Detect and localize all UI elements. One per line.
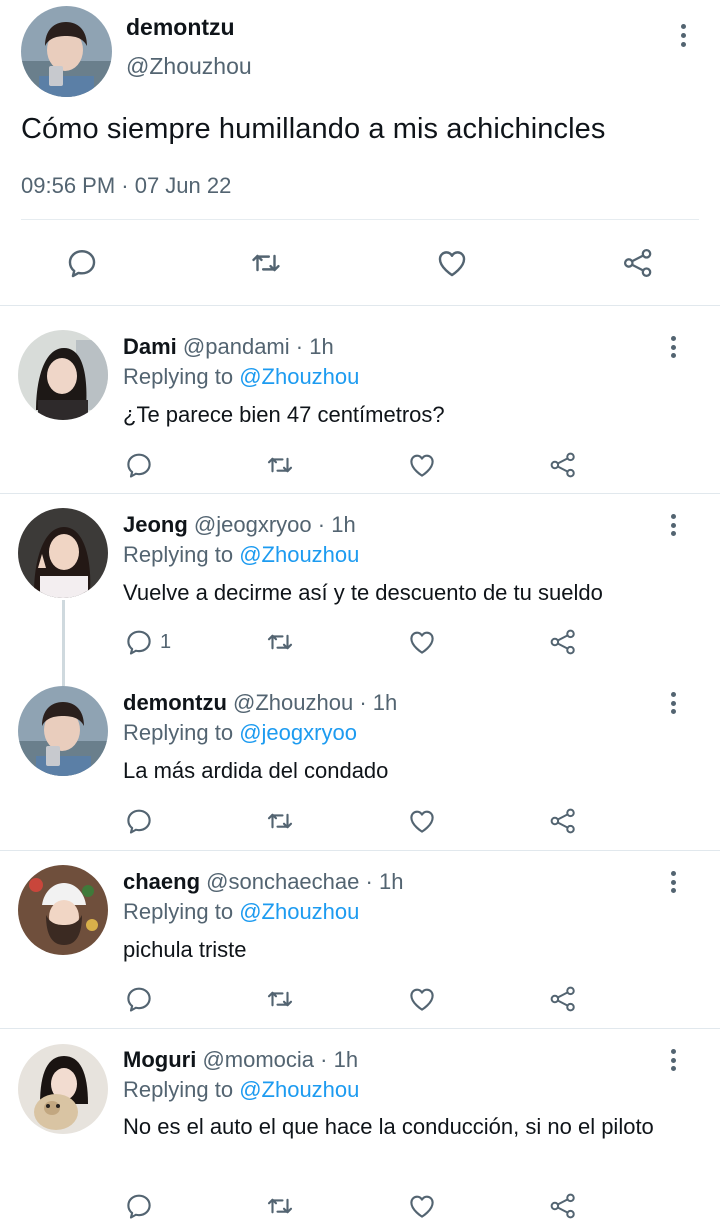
more-options-icon[interactable] [663,514,683,536]
separator-dot: · [359,690,367,715]
reply-tweet[interactable]: demontzu @Zhouzhou · 1h Replying to @jeo… [0,672,720,850]
reply-header: Jeong @jeogxryoo · 1h [123,512,356,538]
avatar[interactable] [18,686,108,776]
author-handle[interactable]: @Zhouzhou [233,690,353,715]
reply-icon[interactable] [124,450,154,480]
mention-link[interactable]: @jeogxryoo [239,720,357,745]
reply-icon[interactable] [65,246,99,280]
replying-to: Replying to @Zhouzhou [123,1077,359,1103]
reply-text: ¿Te parece bien 47 centímetros? [123,402,445,427]
reply-header: Moguri @momocia · 1h [123,1047,358,1073]
share-icon[interactable] [548,806,578,836]
mention-link[interactable]: @Zhouzhou [239,899,359,924]
author-handle[interactable]: @sonchaechae [206,869,359,894]
reply-count: 1 [160,631,172,653]
separator-dot: · [320,1047,328,1072]
author-name[interactable]: Jeong [123,512,188,537]
author-name[interactable]: chaeng [123,869,200,894]
replying-to: Replying to @Zhouzhou [123,899,359,925]
reply-time: 1h [333,1047,359,1072]
reply-header: chaeng @sonchaechae · 1h [123,869,403,895]
separator-dot: · [365,869,373,894]
retweet-icon[interactable] [265,450,295,480]
retweet-icon[interactable] [249,246,283,280]
avatar[interactable] [18,508,108,598]
avatar[interactable] [18,330,108,420]
reply-tweet[interactable]: Moguri @momocia · 1h Replying to @Zhouzh… [0,1029,720,1223]
share-icon[interactable] [548,984,578,1014]
author-name[interactable]: Moguri [123,1047,196,1072]
share-icon[interactable] [548,1191,578,1221]
share-icon[interactable] [548,627,578,657]
more-options-icon[interactable] [663,871,683,893]
reply-header: Dami @pandami · 1h [123,334,334,360]
reply-text: pichula triste [123,937,247,962]
author-name[interactable]: demontzu [126,14,235,41]
like-icon[interactable] [435,246,469,280]
reply-time: 1h [309,334,334,359]
separator-dot: · [295,334,304,359]
reply-tweet[interactable]: chaeng @sonchaechae · 1h Replying to @Zh… [0,851,720,1028]
author-name[interactable]: Dami [123,334,177,359]
author-name[interactable]: demontzu [123,690,227,715]
reply-text: Vuelve a decirme así y te descuento de t… [123,580,603,605]
avatar[interactable] [18,1044,108,1134]
like-icon[interactable] [407,627,437,657]
separator-dot: · [317,512,326,537]
author-handle[interactable]: @momocia [202,1047,314,1072]
divider [21,219,699,220]
like-icon[interactable] [407,1191,437,1221]
reply-icon[interactable] [124,1191,154,1221]
retweet-icon[interactable] [265,984,295,1014]
retweet-icon[interactable] [265,627,295,657]
more-options-icon[interactable] [663,692,683,714]
reply-time: 1h [331,512,356,537]
like-icon[interactable] [407,450,437,480]
more-options-icon[interactable] [673,24,693,47]
tweet-text: Cómo siempre humillando a mis achichincl… [21,113,606,145]
mention-link[interactable]: @Zhouzhou [239,542,359,567]
replying-prefix: Replying to [123,542,234,567]
reply-header: demontzu @Zhouzhou · 1h [123,690,397,716]
reply-text: No es el auto el que hace la conducción,… [123,1114,654,1139]
replying-to: Replying to @Zhouzhou [123,364,359,390]
reply-time: 1h [372,690,398,715]
reply-time: 1h [378,869,404,894]
more-options-icon[interactable] [663,336,683,358]
replying-prefix: Replying to [123,899,234,924]
mention-link[interactable]: @Zhouzhou [239,364,359,389]
author-handle[interactable]: @jeogxryoo [194,512,312,537]
main-tweet: demontzu @Zhouzhou Cómo siempre humillan… [0,0,720,305]
replying-prefix: Replying to [123,364,234,389]
replying-prefix: Replying to [123,1077,234,1102]
replying-prefix: Replying to [123,720,234,745]
mention-link[interactable]: @Zhouzhou [239,1077,359,1102]
reply-tweet[interactable]: Jeong @jeogxryoo · 1h Replying to @Zhouz… [0,494,720,672]
like-icon[interactable] [407,984,437,1014]
share-icon[interactable] [621,246,655,280]
replying-to: Replying to @jeogxryoo [123,720,357,746]
share-icon[interactable] [548,450,578,480]
avatar[interactable] [21,6,112,97]
replying-to: Replying to @Zhouzhou [123,542,359,568]
reply-text: La más ardida del condado [123,758,389,783]
reply-icon[interactable] [124,984,154,1014]
reply-tweet[interactable]: Dami @pandami · 1h Replying to @Zhouzhou… [0,306,720,493]
avatar[interactable] [18,865,108,955]
tweet-timestamp: 09:56 PM · 07 Jun 22 [21,173,232,198]
reply-icon[interactable] [124,627,154,657]
reply-icon[interactable] [124,806,154,836]
retweet-icon[interactable] [265,806,295,836]
retweet-icon[interactable] [265,1191,295,1221]
author-handle[interactable]: @Zhouzhou [126,53,252,80]
like-icon[interactable] [407,806,437,836]
more-options-icon[interactable] [663,1049,683,1071]
author-handle[interactable]: @pandami [183,334,290,359]
